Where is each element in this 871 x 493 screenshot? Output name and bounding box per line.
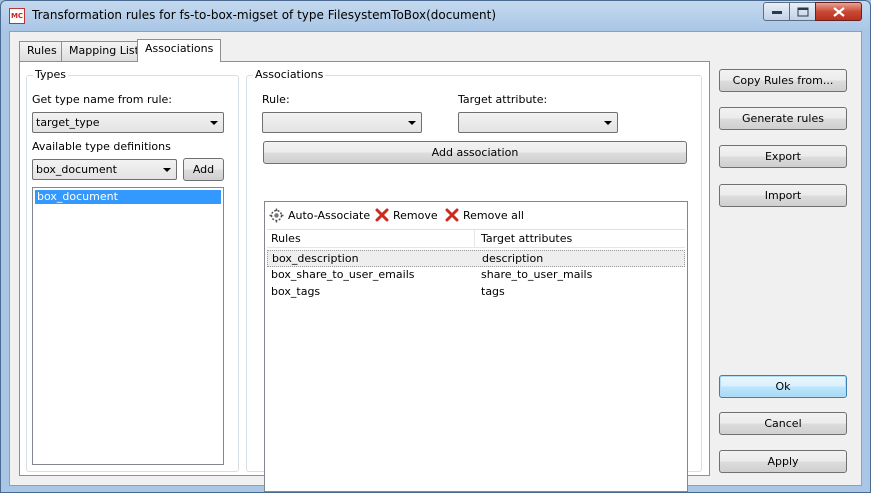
column-header-rules[interactable]: Rules bbox=[271, 232, 301, 245]
column-header-target-attributes[interactable]: Target attributes bbox=[481, 232, 572, 245]
table-row[interactable]: box_description description bbox=[267, 250, 685, 267]
get-type-combo-value: target_type bbox=[36, 116, 100, 129]
remove-x-icon bbox=[375, 208, 389, 222]
table-row[interactable]: box_share_to_user_emails share_to_user_m… bbox=[267, 267, 685, 284]
type-definitions-list[interactable]: box_document bbox=[32, 187, 224, 465]
column-separator[interactable] bbox=[474, 230, 475, 248]
table-cell-rule: box_description bbox=[272, 252, 359, 265]
chevron-down-icon bbox=[408, 121, 416, 125]
rule-label: Rule: bbox=[262, 93, 290, 106]
export-button[interactable]: Export bbox=[719, 145, 847, 168]
associations-table: Auto-Associate Remove Remove all Rules T… bbox=[264, 201, 688, 492]
dialog-window: MC Transformation rules for fs-to-box-mi… bbox=[0, 0, 871, 493]
minimize-button[interactable] bbox=[763, 2, 790, 21]
remove-button[interactable]: Remove bbox=[375, 207, 438, 223]
available-type-combo-value: box_document bbox=[36, 163, 117, 176]
chevron-down-icon bbox=[163, 168, 171, 172]
available-type-combo[interactable]: box_document bbox=[32, 159, 177, 180]
dialog-client-area: Rules Mapping Lists Associations Types G… bbox=[9, 31, 862, 492]
cancel-button[interactable]: Cancel bbox=[719, 412, 847, 435]
app-icon: MC bbox=[9, 8, 25, 24]
target-attribute-combo[interactable] bbox=[458, 112, 618, 133]
add-association-button[interactable]: Add association bbox=[263, 141, 687, 164]
types-group: Types Get type name from rule: target_ty… bbox=[26, 68, 239, 472]
copy-rules-button[interactable]: Copy Rules from... bbox=[719, 69, 847, 92]
title-bar[interactable]: MC Transformation rules for fs-to-box-mi… bbox=[1, 1, 870, 31]
chevron-down-icon bbox=[210, 121, 218, 125]
get-type-label: Get type name from rule: bbox=[32, 93, 172, 106]
auto-associate-icon bbox=[269, 208, 284, 222]
rule-combo[interactable] bbox=[262, 112, 422, 133]
generate-rules-button[interactable]: Generate rules bbox=[719, 107, 847, 130]
maximize-button[interactable] bbox=[789, 2, 816, 21]
target-attribute-label: Target attribute: bbox=[458, 93, 548, 106]
associations-group-title: Associations bbox=[253, 68, 326, 81]
remove-all-button[interactable]: Remove all bbox=[445, 207, 524, 223]
list-item[interactable]: box_document bbox=[35, 190, 221, 204]
close-icon bbox=[832, 6, 845, 17]
associations-tab-panel: Types Get type name from rule: target_ty… bbox=[19, 61, 710, 492]
tab-rules[interactable]: Rules bbox=[19, 41, 65, 61]
import-button[interactable]: Import bbox=[719, 184, 847, 207]
ok-button[interactable]: Ok bbox=[719, 375, 847, 398]
table-cell-rule: box_tags bbox=[271, 285, 321, 298]
types-group-title: Types bbox=[33, 68, 68, 81]
maximize-icon bbox=[797, 7, 808, 16]
window-title: Transformation rules for fs-to-box-migse… bbox=[32, 8, 497, 22]
close-button[interactable] bbox=[815, 2, 862, 21]
available-type-label: Available type definitions bbox=[32, 140, 171, 153]
apply-button[interactable]: Apply bbox=[719, 450, 847, 473]
auto-associate-button[interactable]: Auto-Associate bbox=[269, 207, 370, 223]
table-cell-target: tags bbox=[481, 285, 505, 298]
remove-all-x-icon bbox=[445, 208, 459, 222]
add-type-button[interactable]: Add bbox=[183, 158, 224, 181]
table-header: Rules Target attributes bbox=[267, 229, 685, 248]
auto-associate-label: Auto-Associate bbox=[288, 208, 371, 222]
table-cell-target: share_to_user_mails bbox=[481, 268, 593, 281]
tab-associations[interactable]: Associations bbox=[137, 39, 222, 62]
remove-label: Remove bbox=[393, 208, 438, 222]
table-row[interactable]: box_tags tags bbox=[267, 284, 685, 301]
table-cell-rule: box_share_to_user_emails bbox=[271, 268, 415, 281]
chevron-down-icon bbox=[604, 121, 612, 125]
remove-all-label: Remove all bbox=[463, 208, 524, 222]
table-cell-target: description bbox=[482, 252, 544, 265]
minimize-icon bbox=[771, 10, 782, 14]
get-type-combo[interactable]: target_type bbox=[32, 112, 224, 133]
